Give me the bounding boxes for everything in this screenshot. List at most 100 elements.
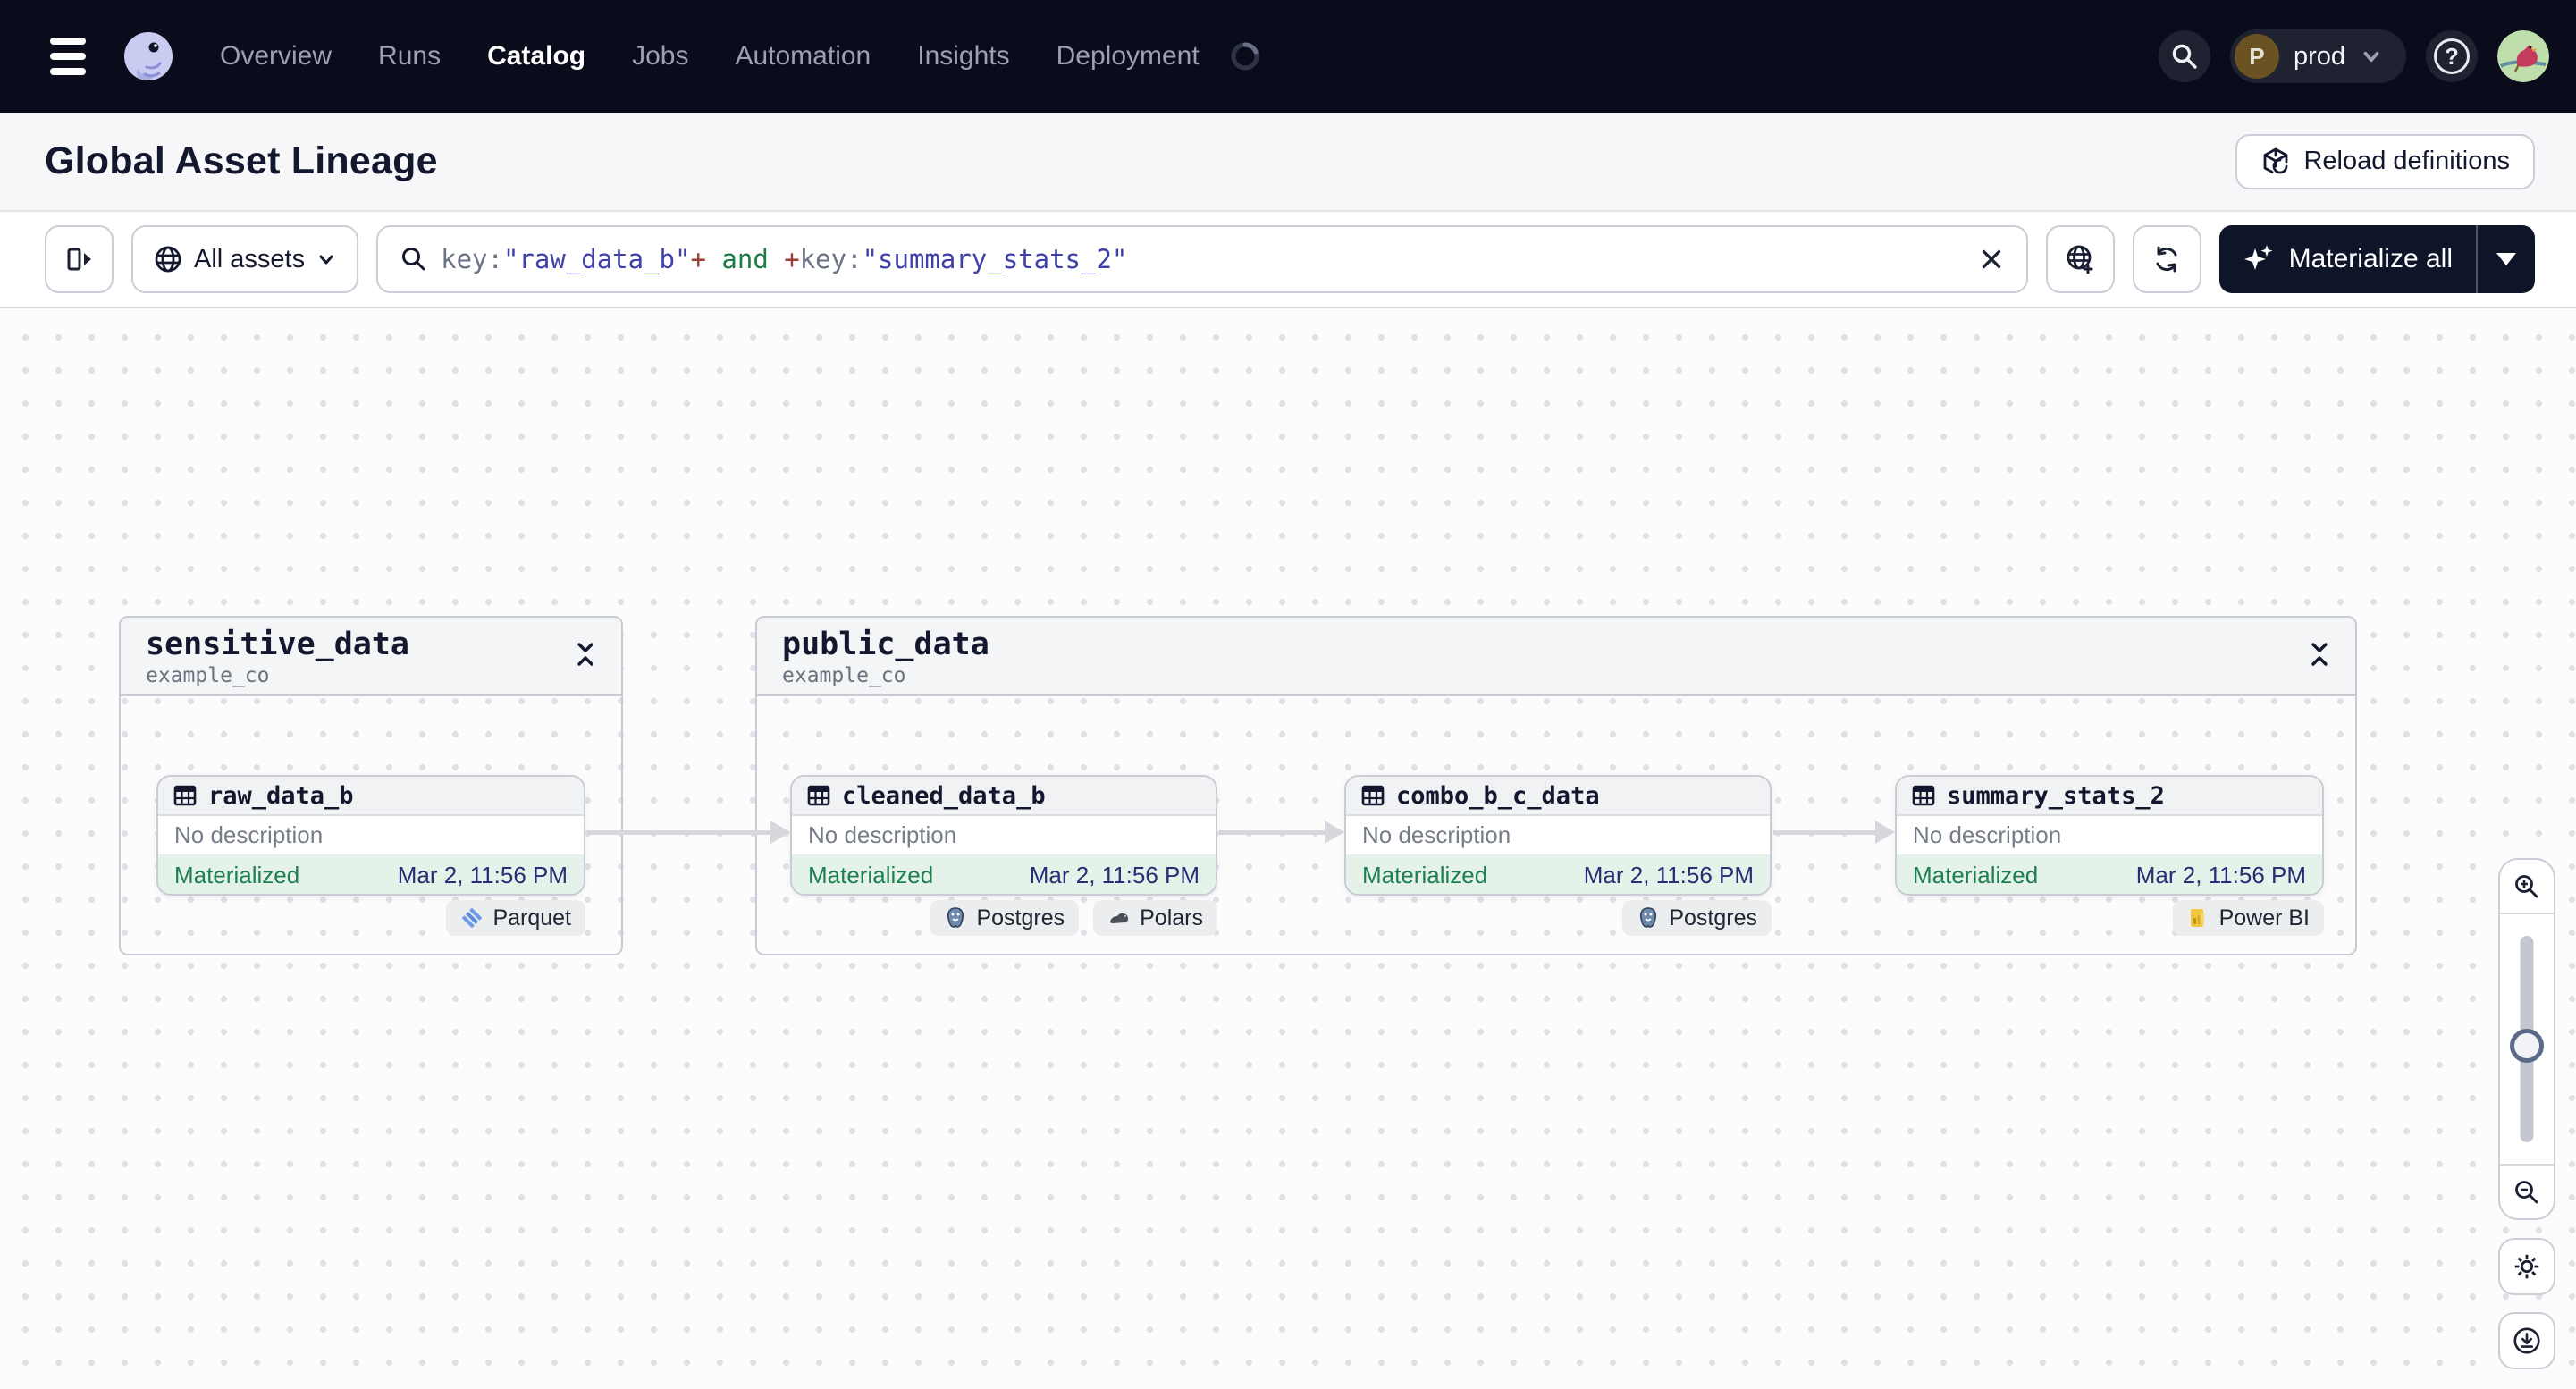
asset-description: No description	[1913, 821, 2062, 848]
asset-node-cleaned-data-b[interactable]: cleaned_data_b No description Materializ…	[790, 775, 1217, 896]
refresh-button[interactable]	[2132, 225, 2201, 293]
download-graph-button[interactable]	[2498, 1312, 2555, 1369]
collapse-group-icon[interactable]	[2307, 641, 2332, 668]
asset-tags-summary-stats-2: Power BI	[1895, 900, 2324, 936]
download-icon	[2512, 1326, 2542, 1356]
nav-item-automation[interactable]: Automation	[735, 41, 871, 72]
edge-combo-to-summary	[1773, 830, 1875, 835]
edge-arrowhead-icon	[770, 821, 790, 844]
materialization-timestamp[interactable]: Mar 2, 11:56 PM	[1584, 862, 1754, 889]
help-icon: ?	[2434, 38, 2470, 74]
nav-links: Overview Runs Catalog Jobs Automation In…	[220, 41, 1260, 72]
zoom-out-button[interactable]	[2500, 1164, 2554, 1218]
open-panel-icon	[63, 243, 96, 275]
group-header[interactable]: public_data example_co	[757, 618, 2355, 696]
dagster-logo-icon[interactable]	[120, 28, 177, 85]
kind-tag-postgres[interactable]: Postgres	[1622, 900, 1772, 936]
user-avatar[interactable]	[2497, 30, 2549, 82]
asset-tags-raw-data-b: Parquet	[156, 900, 585, 936]
nav-item-insights[interactable]: Insights	[917, 41, 1009, 72]
tag-label: Postgres	[976, 905, 1065, 930]
graph-settings-button[interactable]	[2498, 1238, 2555, 1295]
edge-arrowhead-icon	[1325, 821, 1344, 844]
asset-status-row: Materialized Mar 2, 11:56 PM	[158, 854, 584, 894]
asset-node-raw-data-b[interactable]: raw_data_b No description Materialized M…	[156, 775, 585, 896]
table-icon	[806, 783, 831, 808]
top-nav: Overview Runs Catalog Jobs Automation In…	[0, 0, 2576, 113]
reload-cube-icon	[2260, 147, 2291, 177]
group-repo-label: example_co	[782, 664, 906, 687]
postgres-icon	[944, 906, 967, 930]
asset-scope-dropdown[interactable]: All assets	[131, 225, 359, 293]
hamburger-menu-icon[interactable]	[39, 28, 97, 85]
reload-definitions-label: Reload definitions	[2303, 147, 2510, 175]
edge-raw-to-cleaned	[588, 830, 772, 835]
chevron-down-icon	[316, 248, 337, 270]
nav-item-catalog[interactable]: Catalog	[487, 41, 585, 72]
materialize-options-button[interactable]	[2476, 225, 2535, 293]
nav-item-runs[interactable]: Runs	[378, 41, 441, 72]
table-icon	[173, 783, 198, 808]
view-graph-options-button[interactable]	[2045, 225, 2115, 293]
kind-tag-parquet[interactable]: Parquet	[446, 900, 585, 936]
nav-item-overview[interactable]: Overview	[220, 41, 332, 72]
globe-plus-icon	[2064, 243, 2096, 275]
zoom-in-button[interactable]	[2500, 860, 2554, 914]
materialized-badge: Materialized	[174, 861, 300, 888]
nav-item-deployment[interactable]: Deployment	[1056, 41, 1200, 72]
clear-query-button[interactable]	[1978, 246, 2005, 273]
zoom-control	[2498, 858, 2555, 1220]
kind-tag-power-bi[interactable]: Power BI	[2172, 900, 2324, 936]
kind-tag-postgres[interactable]: Postgres	[930, 900, 1080, 936]
search-button[interactable]	[2158, 30, 2210, 82]
tag-label: Parquet	[492, 905, 571, 930]
group-title: public_data	[782, 627, 989, 662]
asset-node-summary-stats-2[interactable]: summary_stats_2 No description Materiali…	[1895, 775, 2324, 896]
refresh-icon	[2151, 243, 2183, 275]
deployment-name: prod	[2293, 41, 2345, 71]
tag-label: Polars	[1140, 905, 1203, 930]
kind-tag-polars[interactable]: Polars	[1093, 900, 1217, 936]
tag-label: Power BI	[2218, 905, 2310, 930]
help-button[interactable]: ?	[2426, 30, 2478, 82]
group-repo-label: example_co	[146, 664, 270, 687]
lineage-graph-canvas[interactable]: sensitive_data example_co public_data ex…	[0, 308, 2576, 1389]
asset-name: cleaned_data_b	[842, 781, 1046, 810]
caret-down-icon	[2496, 253, 2516, 265]
lineage-toolbar: All assets key:"raw_data_b"+ and +key:"s…	[0, 212, 2576, 308]
materialized-badge: Materialized	[1362, 861, 1488, 888]
materialized-badge: Materialized	[808, 861, 934, 888]
materialization-timestamp[interactable]: Mar 2, 11:56 PM	[2136, 862, 2306, 889]
polars-icon	[1107, 906, 1131, 930]
asset-selection-query: key:"raw_data_b"+ and +key:"summary_stat…	[441, 244, 1128, 274]
page-title: Global Asset Lineage	[45, 139, 438, 182]
materialization-timestamp[interactable]: Mar 2, 11:56 PM	[398, 862, 568, 889]
asset-tags-cleaned-data-b: Postgres Polars	[790, 900, 1217, 936]
group-header[interactable]: sensitive_data example_co	[121, 618, 621, 696]
zoom-slider[interactable]	[2500, 914, 2554, 1164]
open-panel-button[interactable]	[45, 225, 114, 293]
nav-item-jobs[interactable]: Jobs	[632, 41, 688, 72]
zoom-slider-thumb[interactable]	[2510, 1029, 2544, 1063]
collapse-group-icon[interactable]	[573, 641, 598, 668]
asset-search-input[interactable]: key:"raw_data_b"+ and +key:"summary_stat…	[376, 225, 2028, 293]
table-icon	[1911, 783, 1936, 808]
tag-label: Postgres	[1669, 905, 1757, 930]
asset-status-row: Materialized Mar 2, 11:56 PM	[1346, 854, 1770, 894]
page-header: Global Asset Lineage Reload definitions	[0, 113, 2576, 212]
postgres-icon	[1637, 906, 1660, 930]
materialize-all-label: Materialize all	[2288, 244, 2453, 274]
asset-node-combo-b-c-data[interactable]: combo_b_c_data No description Materializ…	[1344, 775, 1772, 896]
asset-description: No description	[1362, 821, 1511, 848]
materialization-timestamp[interactable]: Mar 2, 11:56 PM	[1030, 862, 1200, 889]
materialize-all-button[interactable]: Materialize all	[2218, 225, 2535, 293]
asset-name: summary_stats_2	[1947, 781, 2165, 810]
edge-arrowhead-icon	[1875, 821, 1895, 844]
reload-definitions-button[interactable]: Reload definitions	[2235, 133, 2535, 189]
chevron-down-icon	[2360, 45, 2383, 68]
deployment-switcher[interactable]: P prod	[2229, 29, 2406, 83]
asset-scope-label: All assets	[194, 244, 306, 274]
asset-node-header: summary_stats_2	[1897, 777, 2322, 816]
asset-name: raw_data_b	[208, 781, 354, 810]
asset-description: No description	[174, 821, 324, 848]
